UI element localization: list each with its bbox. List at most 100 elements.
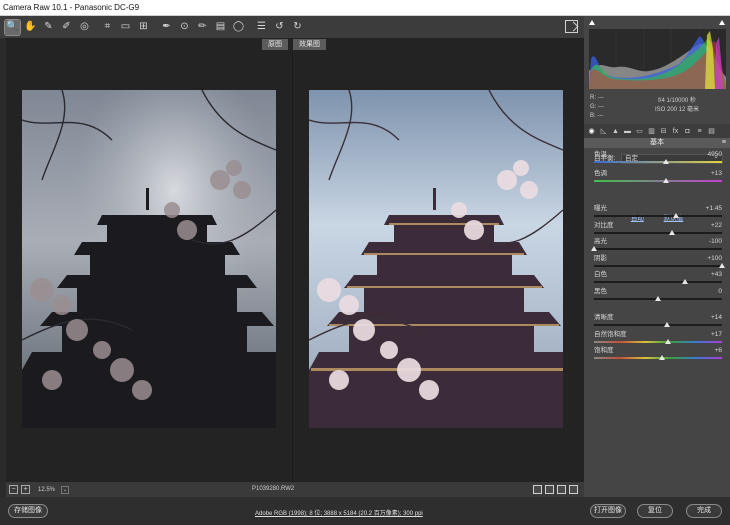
whites-slider[interactable]: 白色 +43 xyxy=(594,271,722,287)
spot-removal-tool-icon[interactable]: ✒ xyxy=(159,20,174,35)
reset-button[interactable]: 复位 xyxy=(637,504,673,518)
panel-menu-icon[interactable]: ≡ xyxy=(722,138,726,148)
zoom-tool-icon[interactable]: 🔍 xyxy=(4,18,21,36)
hsl-panel-icon[interactable]: ▬ xyxy=(623,127,632,136)
view-mode-swap-icon[interactable] xyxy=(557,485,566,494)
highlights-thumb[interactable] xyxy=(591,246,597,251)
exposure-value[interactable]: +1.45 xyxy=(706,205,722,213)
export-toggle-icon[interactable] xyxy=(565,20,578,33)
red-eye-tool-icon[interactable]: ⊙ xyxy=(177,20,192,35)
saturation-label: 饱和度 xyxy=(594,347,614,354)
red-readout: R: --- xyxy=(590,95,604,101)
contrast-value[interactable]: +22 xyxy=(711,222,722,230)
workflow-options-link[interactable]: Adobe RGB (1998); 8 位; 3888 x 5184 (20.2… xyxy=(255,508,423,517)
temp-value[interactable]: 4950 xyxy=(708,151,722,159)
saturation-slider[interactable]: 饱和度 +6 xyxy=(594,347,722,363)
zoom-dropdown-icon[interactable]: ⌄ xyxy=(61,485,70,494)
graduated-filter-tool-icon[interactable]: ▤ xyxy=(213,20,228,35)
contrast-label: 对比度 xyxy=(594,222,614,229)
view-mode-icons xyxy=(533,485,578,494)
contrast-track[interactable] xyxy=(594,232,722,234)
effects-panel-icon[interactable]: fx xyxy=(671,127,680,136)
vibrance-thumb[interactable] xyxy=(665,339,672,344)
shadow-clipping-icon[interactable] xyxy=(589,19,595,25)
before-view-tab[interactable]: 原图 xyxy=(262,39,288,50)
exposure-thumb[interactable] xyxy=(672,213,679,218)
whites-value[interactable]: +43 xyxy=(711,271,722,279)
snapshots-panel-icon[interactable]: ▤ xyxy=(707,127,716,136)
clarity-thumb[interactable] xyxy=(663,322,670,327)
preferences-tool-icon[interactable]: ☰ xyxy=(254,20,269,35)
highlight-clipping-icon[interactable] xyxy=(719,19,725,25)
before-photo xyxy=(22,90,276,428)
radial-filter-tool-icon[interactable]: ◯ xyxy=(231,20,246,35)
after-photo xyxy=(309,90,563,428)
view-mode-single-icon[interactable] xyxy=(533,485,542,494)
done-button[interactable]: 完成 xyxy=(686,504,722,518)
contrast-slider[interactable]: 对比度 +22 xyxy=(594,222,722,238)
rotate-left-tool-icon[interactable]: ↺ xyxy=(272,20,287,35)
highlights-slider[interactable]: 高光 -100 xyxy=(591,238,722,254)
exposure-slider[interactable]: 曝光 +1.45 xyxy=(594,205,722,221)
presets-panel-icon[interactable]: ≡ xyxy=(695,127,704,136)
open-image-button[interactable]: 打开图像 xyxy=(590,504,626,518)
exposure-track[interactable] xyxy=(594,215,722,217)
straighten-tool-icon[interactable]: ▭ xyxy=(118,20,133,35)
highlights-track[interactable] xyxy=(594,248,722,250)
shadows-label: 阴影 xyxy=(594,255,607,262)
panel-header: 基本 ≡ xyxy=(584,138,730,148)
saturation-value[interactable]: +6 xyxy=(715,347,722,355)
targeted-adjustment-tool-icon[interactable]: ◎ xyxy=(77,20,92,35)
hand-tool-icon[interactable]: ✋ xyxy=(23,20,38,35)
shadows-slider[interactable]: 阴影 +100 xyxy=(594,255,725,271)
shadows-value[interactable]: +100 xyxy=(707,255,722,263)
shadows-track[interactable] xyxy=(594,265,722,267)
adjustment-brush-tool-icon[interactable]: ✏ xyxy=(195,20,210,35)
temp-track[interactable] xyxy=(594,161,722,163)
view-mode-split-icon[interactable] xyxy=(545,485,554,494)
clarity-track[interactable] xyxy=(594,324,722,326)
highlights-value[interactable]: -100 xyxy=(709,238,722,246)
zoom-out-button[interactable]: − xyxy=(9,485,18,494)
shadows-thumb[interactable] xyxy=(719,263,725,268)
tint-track[interactable] xyxy=(594,180,722,182)
detail-panel-icon[interactable]: ▲ xyxy=(611,127,620,136)
saturation-thumb[interactable] xyxy=(658,355,665,360)
transform-tool-icon[interactable]: ⊞ xyxy=(136,20,151,35)
blacks-value[interactable]: 0 xyxy=(718,288,722,296)
temp-thumb[interactable] xyxy=(662,159,669,164)
view-settings-icon[interactable] xyxy=(569,485,578,494)
save-image-button[interactable]: 存储图像 xyxy=(8,504,48,518)
zoom-in-button[interactable]: + xyxy=(21,485,30,494)
tint-value[interactable]: +13 xyxy=(711,170,722,178)
clarity-value[interactable]: +14 xyxy=(711,314,722,322)
crop-tool-icon[interactable]: ⌗ xyxy=(100,20,115,35)
split-toning-panel-icon[interactable]: ▭ xyxy=(635,127,644,136)
exposure-label: 曝光 xyxy=(594,205,607,212)
color-sampler-tool-icon[interactable]: ✐ xyxy=(59,20,74,35)
preview-divider xyxy=(292,52,293,482)
temp-slider[interactable]: 色温 4950 xyxy=(594,151,722,167)
vibrance-slider[interactable]: 自然饱和度 +17 xyxy=(594,331,722,347)
vibrance-value[interactable]: +17 xyxy=(711,331,722,339)
lens-panel-icon[interactable]: ▥ xyxy=(647,127,656,136)
tint-slider[interactable]: 色调 +13 xyxy=(594,170,722,186)
blacks-thumb[interactable] xyxy=(655,296,661,301)
blacks-label: 黑色 xyxy=(594,288,607,295)
whites-track[interactable] xyxy=(594,281,722,283)
tint-thumb[interactable] xyxy=(662,178,669,183)
vibrance-track[interactable] xyxy=(594,341,722,343)
rotate-right-tool-icon[interactable]: ↻ xyxy=(290,20,305,35)
window-title: Camera Raw 10.1 - Panasonic DC-G9 xyxy=(3,3,140,12)
white-balance-tool-icon[interactable]: ✎ xyxy=(41,20,56,35)
aperture-shutter: f/4 1/10000 秒 xyxy=(658,98,696,104)
after-view-tab[interactable]: 效果图 xyxy=(293,39,326,50)
whites-thumb[interactable] xyxy=(681,279,688,284)
transform-panel-icon[interactable]: ⊟ xyxy=(659,127,668,136)
blacks-slider[interactable]: 黑色 0 xyxy=(594,288,722,304)
contrast-thumb[interactable] xyxy=(669,230,676,235)
tone-curve-panel-icon[interactable]: ◺ xyxy=(599,127,608,136)
clarity-slider[interactable]: 清晰度 +14 xyxy=(594,314,722,330)
camera-calibration-panel-icon[interactable]: ◘ xyxy=(683,127,692,136)
basic-panel-icon[interactable]: ◉ xyxy=(587,127,596,136)
